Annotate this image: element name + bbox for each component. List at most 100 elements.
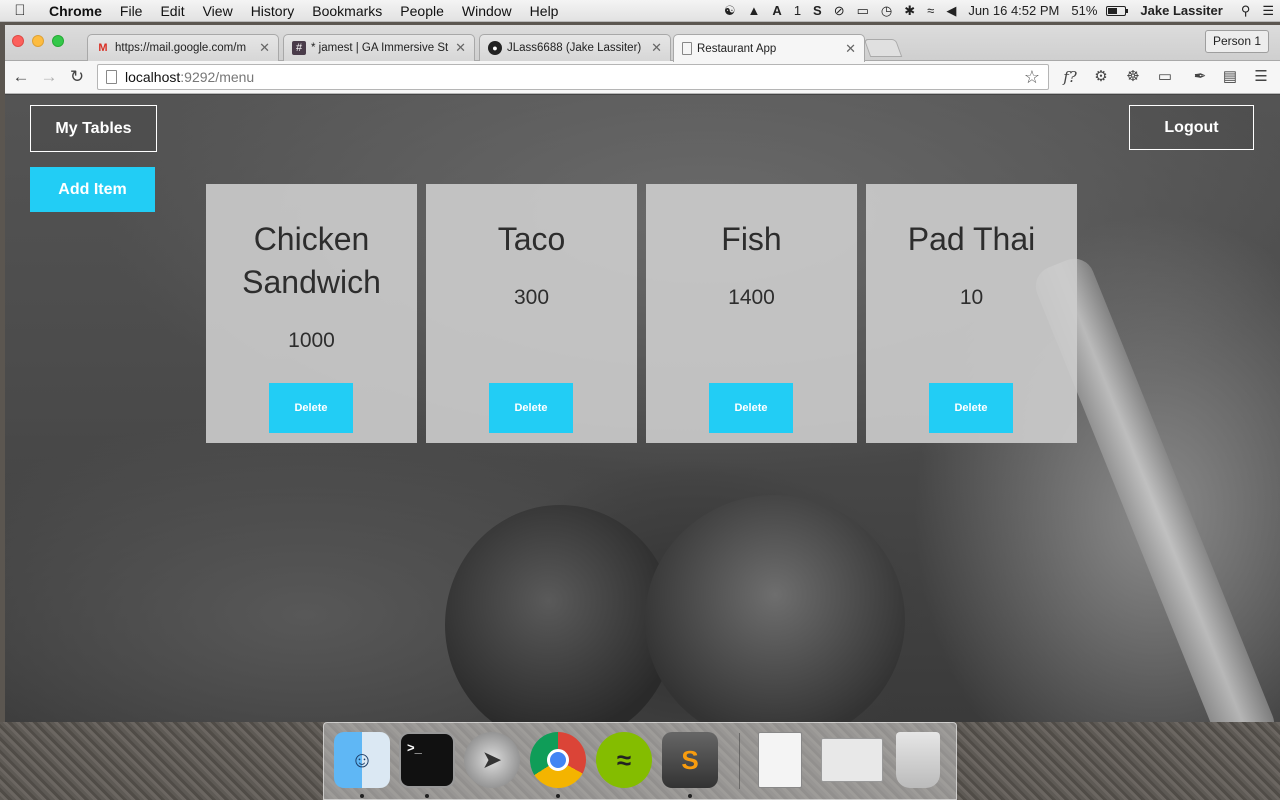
finder-icon[interactable]: ☺ — [334, 732, 390, 788]
close-tab-icon[interactable]: ✕ — [651, 40, 662, 56]
chrome-menu-icon[interactable]: ☰ — [1250, 66, 1272, 88]
restaurant-menu-page: My Tables Logout Add Item Chicken Sandwi… — [5, 95, 1280, 722]
bluetooth-icon[interactable]: ✱ — [898, 0, 921, 22]
battery-icon[interactable] — [1106, 5, 1129, 16]
menu-file[interactable]: File — [111, 0, 152, 22]
fx-extension-icon[interactable]: f? — [1059, 66, 1081, 88]
delete-button[interactable]: Delete — [269, 383, 353, 433]
menu-window[interactable]: Window — [453, 0, 521, 22]
page-info-icon[interactable] — [106, 70, 117, 84]
close-window-button[interactable] — [12, 35, 24, 47]
menu-item-price: 1400 — [728, 286, 775, 309]
menu-item-price: 10 — [959, 286, 984, 309]
running-indicator — [425, 794, 429, 798]
zoom-window-button[interactable] — [52, 35, 64, 47]
dock-separator — [739, 733, 740, 789]
creative-cloud-icon[interactable]: ☯ — [718, 0, 742, 22]
clock[interactable]: Jun 16 4:52 PM — [962, 0, 1065, 22]
skype-icon[interactable]: S — [807, 0, 828, 22]
sublime-text-icon[interactable]: S — [662, 732, 718, 788]
delete-button[interactable]: Delete — [929, 383, 1013, 433]
menu-bookmarks[interactable]: Bookmarks — [303, 0, 391, 22]
sync-icon[interactable]: ⊘ — [828, 0, 851, 22]
status-area: ☯ ▲ A 1 S ⊘ ▭ ◷ ✱ ≈ ◀ Jun 16 4:52 PM 51%… — [718, 0, 1280, 22]
my-tables-button[interactable]: My Tables — [30, 105, 157, 152]
eyedropper-icon[interactable]: ✒ — [1189, 66, 1211, 88]
launchpad-icon[interactable]: ➤ — [464, 732, 520, 788]
alfred-hat-icon[interactable]: ▲ — [742, 0, 767, 22]
tab-title: Restaurant App — [697, 42, 777, 55]
volume-icon[interactable]: ◀ — [940, 0, 962, 22]
tab-strip: M https://mail.google.com/m ✕ # * jamest… — [5, 25, 1280, 62]
page-icon — [682, 42, 692, 55]
new-tab-button[interactable] — [863, 39, 903, 57]
document-icon[interactable] — [758, 732, 802, 788]
bookmark-star-icon[interactable]: ☆ — [1024, 67, 1040, 88]
menu-app-name[interactable]: Chrome — [40, 0, 111, 22]
menu-view[interactable]: View — [194, 0, 242, 22]
tab-title: https://mail.google.com/m — [115, 42, 247, 54]
delete-button[interactable]: Delete — [709, 383, 793, 433]
bug-extension-icon[interactable]: ☸ — [1122, 66, 1144, 88]
trash-icon[interactable] — [896, 732, 940, 788]
chrome-window: M https://mail.google.com/m ✕ # * jamest… — [5, 25, 1280, 722]
forward-arrow-icon[interactable]: → — [38, 66, 60, 88]
menu-item-price: 1000 — [288, 329, 335, 352]
menu-help[interactable]: Help — [521, 0, 568, 22]
tab-title: JLass6688 (Jake Lassiter) — [507, 42, 642, 54]
user-name[interactable]: Jake Lassiter — [1134, 0, 1228, 22]
tab-slack[interactable]: # * jamest | GA Immersive St ✕ — [283, 34, 475, 61]
terminal-icon[interactable]: >_ — [399, 732, 455, 788]
close-tab-icon[interactable]: ✕ — [845, 41, 856, 57]
time-machine-icon[interactable]: ◷ — [875, 0, 898, 22]
profile-button[interactable]: Person 1 — [1204, 30, 1269, 53]
airplay-icon[interactable]: ▭ — [851, 0, 875, 22]
background-photo — [445, 505, 675, 722]
menu-item-list: Chicken Sandwich 1000 Delete Taco 300 De… — [206, 184, 1077, 443]
screenshot-icon[interactable] — [821, 738, 883, 782]
menu-history[interactable]: History — [242, 0, 304, 22]
menu-item-card: Fish 1400 Delete — [646, 184, 857, 443]
back-arrow-icon[interactable]: ← — [10, 66, 32, 88]
battery-percent[interactable]: 51% — [1065, 0, 1103, 22]
mac-menu-bar:  Chrome File Edit View History Bookmark… — [0, 0, 1280, 22]
menu-item-price: 300 — [513, 286, 550, 309]
minimize-window-button[interactable] — [32, 35, 44, 47]
delete-button[interactable]: Delete — [489, 383, 573, 433]
spotlight-search-icon[interactable]: ⚲ — [1235, 0, 1257, 22]
reload-icon[interactable]: ↻ — [66, 66, 88, 88]
chrome-icon[interactable] — [530, 732, 586, 788]
running-indicator — [556, 794, 560, 798]
tab-gmail[interactable]: M https://mail.google.com/m ✕ — [87, 34, 279, 61]
menu-edit[interactable]: Edit — [151, 0, 193, 22]
background-photo — [645, 495, 905, 722]
browser-toolbar: ← → ↻ localhost :9292/menu ☆ f? ⚙ ☸ ▭ ✒ … — [5, 61, 1280, 94]
gmail-icon: M — [98, 42, 108, 54]
url-path: :9292/menu — [180, 69, 255, 85]
menu-people[interactable]: People — [391, 0, 453, 22]
adobe-count: 1 — [793, 2, 802, 18]
adobe-icon[interactable]: A — [766, 0, 787, 22]
address-bar[interactable]: localhost :9292/menu ☆ — [97, 64, 1049, 90]
running-indicator — [688, 794, 692, 798]
add-item-button[interactable]: Add Item — [30, 167, 155, 212]
close-tab-icon[interactable]: ✕ — [455, 40, 466, 56]
close-tab-icon[interactable]: ✕ — [259, 40, 270, 56]
logout-button[interactable]: Logout — [1129, 105, 1254, 150]
menu-item-name: Taco — [497, 221, 566, 257]
wifi-icon[interactable]: ≈ — [921, 0, 940, 22]
window-controls — [12, 35, 64, 47]
dock: ☺ >_ ➤ ≈ S — [323, 722, 957, 800]
url-host: localhost — [125, 69, 181, 85]
slack-icon: # — [292, 41, 306, 55]
settings-gear-icon[interactable]: ⚙ — [1090, 66, 1112, 88]
apple-menu-icon[interactable]:  — [0, 2, 40, 19]
notification-center-icon[interactable]: ☰ — [1256, 0, 1280, 22]
tab-github[interactable]: ● JLass6688 (Jake Lassiter) ✕ — [479, 34, 671, 61]
extension-icon[interactable]: ▤ — [1219, 66, 1241, 88]
running-indicator — [360, 794, 364, 798]
cast-icon[interactable]: ▭ — [1154, 66, 1176, 88]
tab-restaurant-app[interactable]: Restaurant App ✕ — [673, 34, 865, 62]
menu-item-card: Pad Thai 10 Delete — [866, 184, 1077, 443]
spotify-icon[interactable]: ≈ — [596, 732, 652, 788]
